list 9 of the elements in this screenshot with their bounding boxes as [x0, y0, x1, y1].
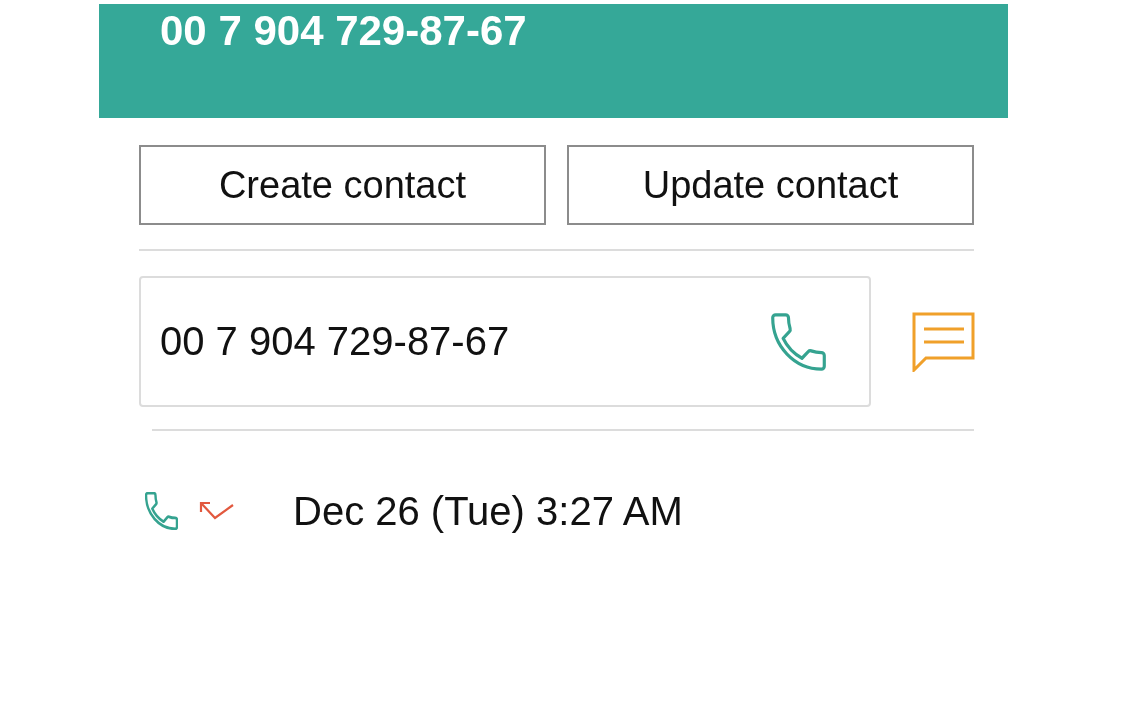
action-button[interactable]: Create contact	[139, 145, 546, 225]
phone-number-text: 00 7 904 729-87-67	[160, 319, 510, 364]
call-time-text: Dec 26 (Tue) 3:27 AM	[293, 488, 683, 534]
message-icon[interactable]	[912, 311, 975, 372]
phone-icon[interactable]	[771, 312, 826, 371]
phone-icon	[145, 492, 178, 530]
action-button[interactable]: Update contact	[567, 145, 974, 225]
bent-arrow-icon	[199, 501, 235, 521]
contact-number-title: 00 7 904 729-87-67	[160, 7, 527, 55]
